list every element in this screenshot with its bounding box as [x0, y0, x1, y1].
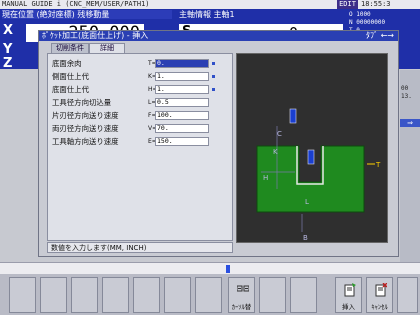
- sequence-number: N 00000000: [349, 19, 386, 26]
- axis-x-label: X: [3, 23, 14, 38]
- softkey-3[interactable]: [71, 277, 98, 313]
- program-number: O 1000: [349, 11, 371, 18]
- mode-badge: EDIT: [337, 0, 358, 9]
- radial-depth-input[interactable]: 0.5: [155, 98, 209, 107]
- axis-z-label: Z: [3, 56, 13, 71]
- parameter-form: 底面余肉 T= 0. 側面仕上代 K= 1. 底面仕上代 H= 1. 工具径方向…: [47, 53, 233, 241]
- param-row: 工具径方向切込量 L= 0.5: [52, 97, 232, 108]
- softkey-caption: ｷｬﾝｾﾙ: [371, 303, 388, 311]
- dialog-title-bar: ﾎﾟｹｯﾄ加工(底面仕上げ) - 挿入 ﾀﾌﾞ ←→: [39, 31, 398, 41]
- double-edge-feed-input[interactable]: 70.: [155, 124, 209, 133]
- right-strip-num: 13.: [401, 93, 412, 100]
- input-hint-line: 数値を入力します(MM, INCH): [47, 242, 233, 253]
- pocket-diagram: C K H L T B: [236, 53, 388, 243]
- tab-details[interactable]: 詳細: [89, 43, 125, 53]
- pocket-diagram-svg: C K H L T B: [237, 54, 387, 242]
- bottom-finish-allowance-input[interactable]: 1.: [155, 85, 209, 94]
- tab-switch-hint: ﾀﾌﾞ ←→: [366, 31, 394, 40]
- input-cursor: [226, 265, 230, 273]
- diagram-label-k: K: [273, 148, 278, 156]
- param-row: 側面仕上代 K= 1.: [52, 71, 232, 82]
- softkey-6[interactable]: [164, 277, 191, 313]
- softkey-1[interactable]: [9, 277, 36, 313]
- softkey-5[interactable]: [133, 277, 160, 313]
- top-status-bar: MANUAL GUIDE i (CNC_MEM/USER/PATH1) EDIT…: [0, 0, 420, 9]
- message-line: [0, 262, 420, 274]
- param-label: 両刃径方向送り速度: [52, 124, 119, 133]
- param-label: 側面仕上代: [52, 72, 89, 81]
- param-label: 片刃径方向送り速度: [52, 111, 119, 120]
- softkey-caption: 挿入: [342, 303, 355, 311]
- param-label: 底面仕上代: [52, 85, 89, 94]
- program-path: MANUAL GUIDE i (CNC_MEM/USER/PATH1): [2, 0, 150, 8]
- axis-y-label: Y: [3, 42, 13, 57]
- cursor-switch-icon: [237, 285, 249, 292]
- softkey-7[interactable]: [195, 277, 222, 313]
- param-row: 片刃径方向送り速度 F= 100.: [52, 110, 232, 121]
- dialog-title: ﾎﾟｹｯﾄ加工(底面仕上げ) - 挿入: [42, 31, 149, 40]
- pocket-finish-dialog: ﾎﾟｹｯﾄ加工(底面仕上げ) - 挿入 ﾀﾌﾞ ←→ 切削条件 詳細 底面余肉 …: [38, 30, 399, 257]
- softkey-13[interactable]: [397, 277, 418, 313]
- diagram-label-b: B: [303, 234, 308, 242]
- cancel-icon: [375, 283, 387, 297]
- bottom-stock-input[interactable]: 0.: [155, 59, 209, 68]
- insert-softkey[interactable]: 挿入: [335, 277, 362, 313]
- clock: 18:55:3: [361, 0, 391, 8]
- softkey-9[interactable]: [259, 277, 286, 313]
- input-marker-icon: [212, 88, 215, 91]
- softkey-4[interactable]: [102, 277, 129, 313]
- axial-feed-input[interactable]: 150.: [155, 137, 209, 146]
- input-marker-icon: [212, 62, 215, 65]
- right-strip: 00 13. ⇒: [400, 70, 420, 275]
- side-finish-allowance-input[interactable]: 1.: [155, 72, 209, 81]
- insert-icon: [344, 283, 356, 297]
- position-header: 現在位置 (絶対座標) 残移動量: [2, 10, 172, 19]
- param-row: 両刃径方向送り速度 V= 70.: [52, 123, 232, 134]
- input-marker-icon: [212, 75, 215, 78]
- spindle-header: 主軸情報 主軸1: [179, 10, 235, 19]
- param-label: 底面余肉: [52, 59, 82, 68]
- param-label: 工具径方向切込量: [52, 98, 112, 107]
- single-edge-feed-input[interactable]: 100.: [155, 111, 209, 120]
- right-strip-num: 00: [401, 85, 409, 92]
- softkey-2[interactable]: [40, 277, 67, 313]
- param-row: 工具軸方向送り速度 E= 150.: [52, 136, 232, 147]
- param-row: 底面余肉 T= 0.: [52, 58, 232, 69]
- param-row: 底面仕上代 H= 1.: [52, 84, 232, 95]
- cursor-switch-softkey[interactable]: ｶｰｿﾙ替: [228, 277, 255, 313]
- diagram-label-t: T: [375, 161, 381, 169]
- cancel-softkey[interactable]: ｷｬﾝｾﾙ: [366, 277, 393, 313]
- tab-cutting-conditions[interactable]: 切削条件: [51, 43, 89, 53]
- diagram-label-c: C: [277, 130, 282, 138]
- right-arrow-icon[interactable]: ⇒: [400, 119, 420, 127]
- softkey-caption: ｶｰｿﾙ替: [231, 303, 252, 311]
- param-label: 工具軸方向送り速度: [52, 137, 119, 146]
- diagram-label-l: L: [305, 198, 309, 206]
- softkey-10[interactable]: [290, 277, 317, 313]
- softkey-bar: ｶｰｿﾙ替 挿入 ｷｬﾝｾﾙ: [0, 274, 420, 315]
- diagram-label-h: H: [263, 174, 268, 182]
